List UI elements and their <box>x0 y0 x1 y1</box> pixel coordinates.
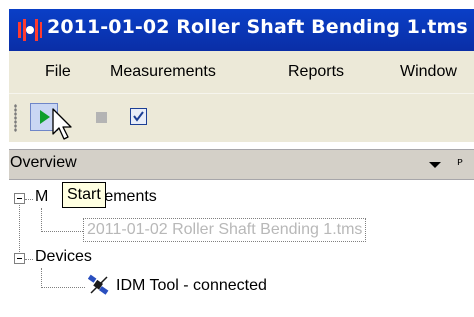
checkbox-icon <box>130 108 147 125</box>
menu-bar: File Measurements Reports Window <box>9 51 474 93</box>
menu-reports[interactable]: Reports <box>288 63 344 81</box>
tree-node-devices[interactable]: Devices <box>35 248 92 266</box>
tree-line <box>25 259 33 260</box>
application-window: 2011-01-02 Roller Shaft Bending 1.tms - … <box>0 0 474 317</box>
tree-line <box>19 202 20 258</box>
tree-node-device[interactable]: IDM Tool - connected <box>116 277 267 295</box>
menu-file[interactable]: File <box>45 63 71 81</box>
dropdown-arrow-icon[interactable] <box>429 162 441 168</box>
play-icon <box>40 110 50 124</box>
tree-line <box>41 208 42 232</box>
tree-node-measurements-suffix: ements <box>104 188 157 205</box>
overview-panel-header: Overview ᴾ <box>9 149 474 180</box>
mouse-cursor-icon <box>52 108 72 140</box>
tree-line <box>41 287 85 288</box>
app-logo-icon <box>18 19 42 41</box>
toolbar-grip[interactable] <box>14 104 17 132</box>
window-title: 2011-01-02 Roller Shaft Bending 1.tms - <box>47 16 474 38</box>
satellite-device-icon <box>88 274 109 295</box>
title-bar: 2011-01-02 Roller Shaft Bending 1.tms - <box>9 9 474 51</box>
start-tooltip: Start <box>62 182 106 208</box>
collapse-devices-icon[interactable] <box>14 253 25 264</box>
collapse-measurements-icon[interactable] <box>14 193 25 204</box>
check-button[interactable] <box>125 103 153 131</box>
stop-icon <box>96 112 107 123</box>
panel-title: Overview <box>10 154 77 171</box>
stop-button[interactable] <box>87 103 115 131</box>
tree-line <box>41 231 83 232</box>
tree-line <box>25 199 33 200</box>
pin-icon[interactable]: ᴾ <box>457 156 463 174</box>
menu-window[interactable]: Window <box>400 63 457 81</box>
tree-line <box>41 268 42 288</box>
menu-measurements[interactable]: Measurements <box>110 63 216 81</box>
tree-node-measurement-file[interactable]: 2011-01-02 Roller Shaft Bending 1.tms <box>83 218 367 242</box>
toolbar <box>9 93 474 142</box>
